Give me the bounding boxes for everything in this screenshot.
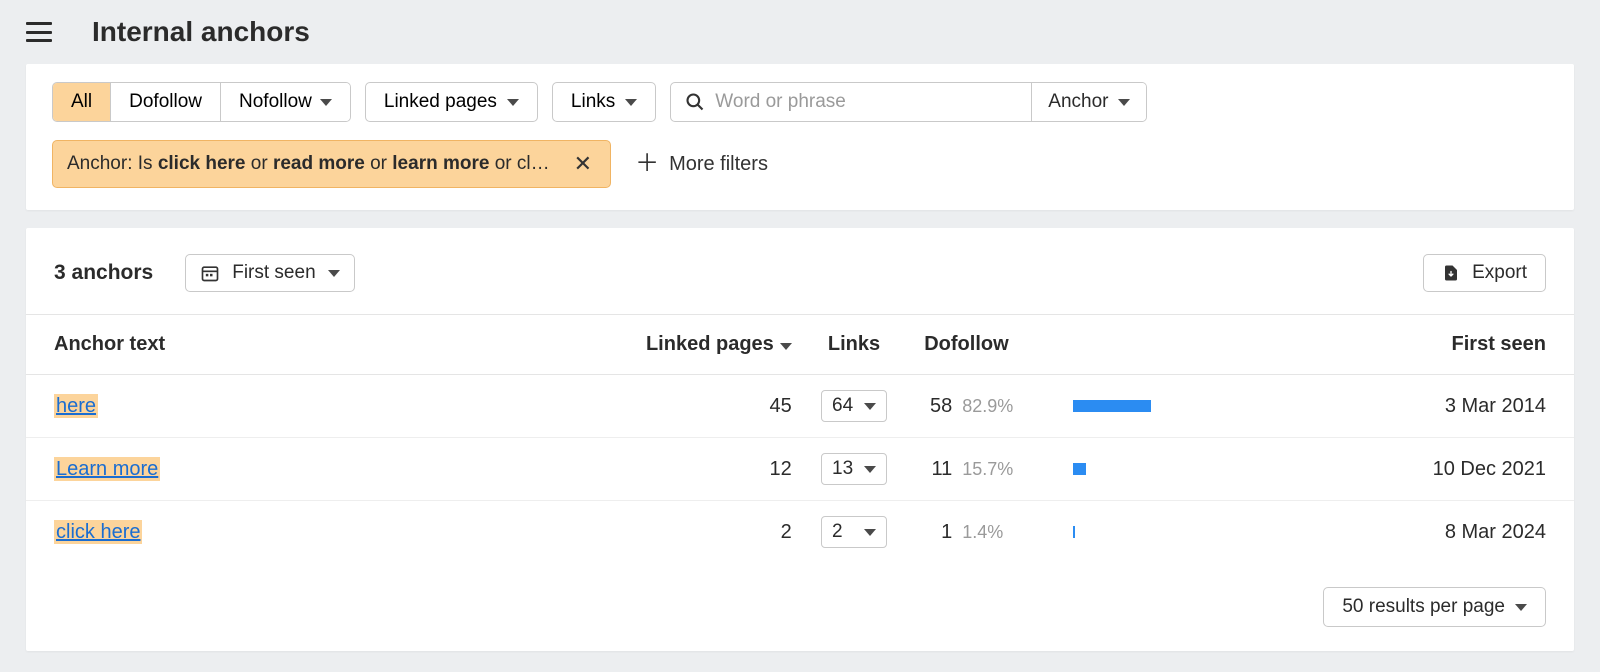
col-header-first-seen[interactable]: First seen: [1395, 315, 1574, 375]
chevron-down-icon: [320, 99, 332, 106]
dofollow-bar: [1073, 463, 1333, 475]
dofollow-percent: 1.4%: [962, 522, 1003, 543]
dofollow-bar: [1073, 526, 1333, 538]
dofollow-count: 11: [924, 458, 952, 481]
first-seen-value: 10 Dec 2021: [1433, 458, 1546, 480]
tab-all[interactable]: All: [53, 83, 111, 121]
search-input[interactable]: [715, 91, 1017, 113]
chevron-down-icon: [780, 343, 792, 350]
calendar-icon: [200, 263, 220, 283]
sort-label: First seen: [232, 262, 315, 284]
chevron-down-icon: [864, 403, 876, 410]
col-header-bar: [1061, 315, 1396, 375]
chevron-down-icon: [864, 529, 876, 536]
tab-nofollow-label: Nofollow: [239, 91, 312, 113]
linked-pages-filter-label: Linked pages: [384, 91, 497, 113]
first-seen-value: 8 Mar 2024: [1445, 521, 1546, 543]
tab-dofollow[interactable]: Dofollow: [111, 83, 221, 121]
close-icon[interactable]: ✕: [570, 151, 596, 177]
sort-dropdown[interactable]: First seen: [185, 254, 354, 292]
export-button[interactable]: Export: [1423, 254, 1546, 292]
filter-chip-anchor[interactable]: Anchor: Is click here or read more or le…: [52, 140, 611, 188]
chevron-down-icon: [328, 270, 340, 277]
table-row: click here 2 2 1 1.4% 8 Mar 2024: [26, 501, 1574, 564]
export-label: Export: [1472, 262, 1527, 284]
dofollow-count: 1: [924, 521, 952, 544]
search-type-dropdown[interactable]: Anchor: [1031, 83, 1146, 121]
results-per-page-label: 50 results per page: [1342, 596, 1505, 618]
tab-nofollow[interactable]: Nofollow: [221, 83, 350, 121]
search-type-label: Anchor: [1048, 91, 1108, 113]
links-filter-label: Links: [571, 91, 615, 113]
anchor-link[interactable]: here: [54, 394, 98, 418]
page-title: Internal anchors: [92, 16, 310, 48]
links-value: 13: [832, 458, 853, 480]
filter-chip-text: Anchor: Is click here or read more or le…: [67, 153, 550, 175]
plus-icon: ＋: [635, 152, 659, 176]
dofollow-bar: [1073, 400, 1333, 412]
links-dropdown[interactable]: 13: [821, 453, 887, 485]
chevron-down-icon: [1118, 99, 1130, 106]
search-combo: Anchor: [670, 82, 1147, 122]
more-filters-button[interactable]: ＋ More filters: [635, 152, 768, 176]
col-header-dofollow[interactable]: Dofollow: [904, 315, 1060, 375]
chevron-down-icon: [625, 99, 637, 106]
table-row: here 45 64 58 82.9% 3 Mar 2014: [26, 375, 1574, 438]
chevron-down-icon: [864, 466, 876, 473]
linked-pages-filter[interactable]: Linked pages: [365, 82, 538, 122]
more-filters-label: More filters: [669, 153, 768, 176]
table-row: Learn more 12 13 11 15.7% 10 Dec 2021: [26, 438, 1574, 501]
linked-pages-value: 12: [770, 458, 792, 480]
links-filter[interactable]: Links: [552, 82, 656, 122]
links-dropdown[interactable]: 2: [821, 516, 887, 548]
col-header-links[interactable]: Links: [804, 315, 904, 375]
chevron-down-icon: [507, 99, 519, 106]
menu-icon[interactable]: [26, 22, 52, 42]
search-icon: [685, 92, 705, 112]
download-icon: [1442, 263, 1460, 283]
anchor-link[interactable]: click here: [54, 520, 142, 544]
first-seen-value: 3 Mar 2014: [1445, 395, 1546, 417]
follow-filter-group: All Dofollow Nofollow: [52, 82, 351, 122]
dofollow-percent: 15.7%: [962, 459, 1013, 480]
chevron-down-icon: [1515, 604, 1527, 611]
results-per-page-dropdown[interactable]: 50 results per page: [1323, 587, 1546, 627]
col-header-linked-pages[interactable]: Linked pages: [614, 315, 804, 375]
dofollow-count: 58: [924, 395, 952, 418]
links-value: 64: [832, 395, 853, 417]
linked-pages-value: 2: [781, 521, 792, 543]
col-header-anchor-text[interactable]: Anchor text: [26, 315, 614, 375]
result-count: 3 anchors: [54, 261, 153, 285]
anchors-table: Anchor text Linked pages Links Dofollow …: [26, 315, 1574, 563]
links-value: 2: [832, 521, 843, 543]
linked-pages-value: 45: [770, 395, 792, 417]
dofollow-percent: 82.9%: [962, 396, 1013, 417]
anchor-link[interactable]: Learn more: [54, 457, 160, 481]
links-dropdown[interactable]: 64: [821, 390, 887, 422]
